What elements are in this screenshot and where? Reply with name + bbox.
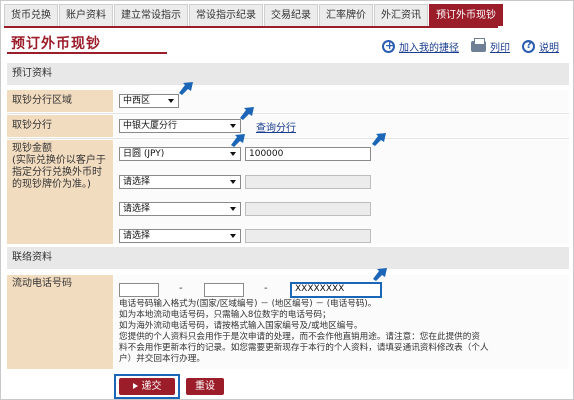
- amount-input-4[interactable]: [245, 229, 371, 243]
- help-icon: [522, 40, 535, 53]
- add-favorite-icon: [382, 39, 395, 53]
- amount-input-1[interactable]: 100000: [245, 147, 371, 161]
- help-link[interactable]: 说明: [522, 39, 559, 54]
- booking-section-header: 预订资料: [7, 63, 569, 85]
- add-favorite-link[interactable]: 加入我的捷径: [382, 39, 459, 54]
- print-label: 列印: [490, 43, 510, 54]
- tab-transaction-records[interactable]: 交易纪录: [264, 4, 318, 26]
- annotation-arrow-icon: [240, 107, 254, 120]
- district-label: 取钞分行区域: [7, 90, 113, 112]
- district-select[interactable]: 中西区: [119, 94, 179, 108]
- annotation-arrow-icon: [179, 82, 193, 95]
- privacy-note-line: 您提供的个人资料只会用作于是次申请的处理，而不会作他直销用途。请注意：您在此提供…: [119, 332, 480, 342]
- title-divider: [7, 52, 167, 54]
- reset-button[interactable]: 重设: [186, 378, 224, 395]
- contact-section-header: 联络资料: [7, 247, 569, 269]
- tab-reserve-foreign-cash[interactable]: 预订外币现钞: [429, 4, 503, 26]
- page-title: 预订外币现钞: [11, 36, 101, 52]
- currency-select-3[interactable]: 请选择: [119, 202, 241, 216]
- privacy-note-line: 料不会用作更新本行的记录。如您需要更新现存于本行的个人资料，请填妥通讯资料修改表…: [119, 343, 489, 353]
- area-code-input[interactable]: [204, 283, 244, 297]
- phone-note-line: 如为本地流动电话号码，只需输入8位数字的电话号码；: [119, 310, 331, 320]
- printer-icon: [471, 38, 486, 52]
- tab-bar: 货币兑换 账户资料 建立常设指示 常设指示纪录 交易纪录 汇率牌价 外汇资讯 预…: [4, 4, 504, 26]
- amount-input-3[interactable]: [245, 202, 371, 216]
- phone-note-line: 如为海外流动电话号码，请按格式输入国家编号及/或地区编号。: [119, 321, 363, 331]
- tab-standing-instruction-records[interactable]: 常设指示纪录: [189, 4, 263, 26]
- dash-separator: -: [179, 283, 183, 294]
- mobile-label: 流动电话号码: [7, 275, 113, 369]
- print-link[interactable]: 列印: [471, 38, 510, 54]
- find-branch-link[interactable]: 查询分行: [256, 119, 296, 134]
- currency-select-2[interactable]: 请选择: [119, 175, 241, 189]
- currency-select-1[interactable]: 日圆 (JPY): [119, 147, 241, 161]
- add-favorite-label: 加入我的捷径: [399, 43, 459, 54]
- tab-account-info[interactable]: 账户资料: [59, 4, 113, 26]
- tab-currency-exchange[interactable]: 货币兑换: [4, 4, 58, 26]
- tab-create-standing-instruction[interactable]: 建立常设指示: [114, 4, 188, 26]
- annotation-arrow-icon: [372, 133, 386, 146]
- dash-separator: -: [264, 283, 268, 294]
- tab-fx-info[interactable]: 外汇资讯: [374, 4, 428, 26]
- help-label: 说明: [539, 43, 559, 54]
- privacy-note-line: 户）并交回本行办理。: [119, 354, 205, 364]
- country-code-input[interactable]: [119, 283, 159, 297]
- currency-select-4[interactable]: 请选择: [119, 229, 241, 243]
- toolbar: 加入我的捷径 列印 说明: [370, 38, 559, 54]
- phone-number-input[interactable]: XXXXXXXX: [290, 282, 382, 298]
- annotation-arrow-icon: [231, 134, 245, 147]
- play-icon: [132, 383, 138, 389]
- tab-exchange-rates[interactable]: 汇率牌价: [319, 4, 373, 26]
- row-divider: [7, 138, 569, 139]
- phone-note-line: 电话号码输入格式为(国家/区域编号) － (地区编号) － (电话号码)。: [119, 299, 377, 309]
- submit-label: 递交: [141, 381, 162, 392]
- tab-underline: [4, 26, 498, 28]
- annotation-arrow-icon: [373, 268, 387, 281]
- reset-label: 重设: [195, 381, 215, 392]
- submit-button[interactable]: 递交: [119, 378, 175, 395]
- branch-label: 取钞分行: [7, 115, 113, 137]
- branch-select[interactable]: 中银大厦分行: [119, 119, 241, 133]
- row-divider: [7, 113, 569, 114]
- app-window: 货币兑换 账户资料 建立常设指示 常设指示纪录 交易纪录 汇率牌价 外汇资讯 预…: [0, 0, 574, 400]
- amount-label: 现钞金额 (实际兑换价以客户于指定分行兑换外币时的现钞牌价为准。): [7, 140, 113, 244]
- amount-input-2[interactable]: [245, 175, 371, 189]
